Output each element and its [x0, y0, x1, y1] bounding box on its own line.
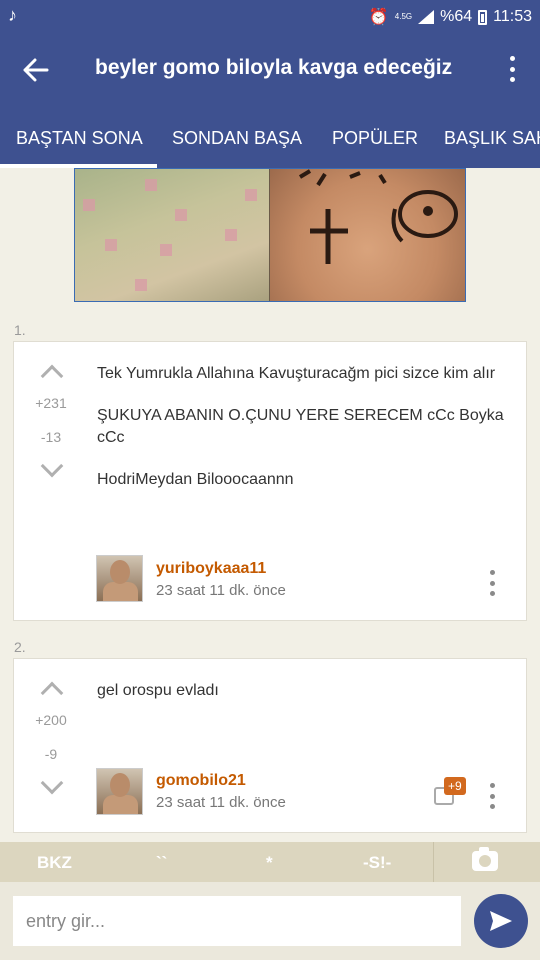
status-right: ⏰ 4.5G %64 11:53 — [369, 7, 532, 27]
camera-icon[interactable] — [472, 847, 498, 871]
downvote-count: -13 — [40, 429, 62, 445]
avatar[interactable] — [96, 768, 143, 815]
battery-percent: %64 — [440, 8, 473, 25]
send-icon — [490, 911, 512, 931]
topic-title: beyler gomo biloyla kavga edeceğiz — [95, 56, 453, 79]
tab-sondan-basa[interactable]: SONDAN BAŞA — [172, 128, 302, 149]
entry-card: +200 -9 gel orospu evladı gomobilo21 23 … — [13, 658, 527, 833]
back-arrow-icon[interactable] — [18, 52, 54, 88]
comment-count: +9 — [444, 777, 466, 795]
entry-number: 2. — [14, 639, 26, 655]
signal-icon — [418, 10, 435, 24]
entry-menu-icon[interactable] — [488, 570, 496, 596]
upvote-count: +231 — [35, 395, 67, 411]
app-bar: beyler gomo biloyla kavga edeceğiz — [0, 34, 540, 104]
entry-paragraph: ŞUKUYA ABANIN O.ÇUNU YERE SERECEM cCc Bo… — [97, 407, 504, 446]
upvote-count: +200 — [35, 712, 67, 728]
author-name[interactable]: gomobilo21 — [156, 772, 246, 790]
spoiler-button[interactable]: -S!- — [363, 853, 391, 873]
entry-image[interactable] — [74, 168, 466, 302]
entry-input-bar — [0, 882, 540, 960]
overflow-menu-icon[interactable] — [502, 54, 522, 84]
tab-bar: BAŞTAN SONA SONDAN BAŞA POPÜLER BAŞLIK S… — [0, 104, 540, 168]
star-button[interactable]: * — [266, 853, 273, 873]
entry-menu-icon[interactable] — [488, 783, 496, 809]
alarm-icon: ⏰ — [368, 9, 389, 26]
tab-bastan-sona[interactable]: BAŞTAN SONA — [16, 128, 143, 149]
entry-paragraph: HodriMeydan Bilooocaannn — [97, 471, 294, 488]
entry-paragraph: Tek Yumrukla Allahına Kavuşturacağm pici… — [97, 365, 496, 382]
entry-body: gel orospu evladı — [97, 680, 507, 722]
battery-icon — [478, 9, 488, 25]
music-note-icon: ♪ — [8, 5, 17, 25]
downvote-icon[interactable] — [41, 458, 61, 478]
divider — [433, 842, 434, 882]
tab-baslik-sahibi[interactable]: BAŞLIK SAHİBİ — [444, 128, 540, 149]
upvote-icon[interactable] — [41, 362, 61, 382]
image-right-panel — [269, 169, 465, 301]
send-button[interactable] — [474, 894, 528, 948]
quick-insert-bar: BKZ `` * -S!- — [0, 842, 540, 882]
entry-time: 23 saat 11 dk. önce — [156, 794, 286, 811]
entry-card: +231 -13 Tek Yumrukla Allahına Kavuştura… — [13, 341, 527, 621]
entry-paragraph: gel orospu evladı — [97, 682, 219, 699]
downvote-icon[interactable] — [41, 775, 61, 795]
clock: 11:53 — [493, 8, 532, 25]
entry-input[interactable] — [13, 896, 461, 946]
entry-number: 1. — [14, 322, 26, 338]
image-left-panel — [75, 169, 269, 301]
tab-populer[interactable]: POPÜLER — [332, 128, 418, 149]
bkz-button[interactable]: BKZ — [37, 853, 72, 873]
network-type: 4.5G — [394, 12, 413, 21]
avatar[interactable] — [96, 555, 143, 602]
upvote-icon[interactable] — [41, 679, 61, 699]
entry-time: 23 saat 11 dk. önce — [156, 582, 286, 599]
status-bar: ♪ ⏰ 4.5G %64 11:53 — [0, 0, 540, 34]
backtick-button[interactable]: `` — [156, 853, 167, 873]
entry-body: Tek Yumrukla Allahına Kavuşturacağm pici… — [97, 363, 507, 511]
comments-icon[interactable]: +9 — [434, 777, 466, 807]
author-name[interactable]: yuriboykaaa11 — [156, 560, 266, 578]
downvote-count: -9 — [44, 746, 58, 762]
